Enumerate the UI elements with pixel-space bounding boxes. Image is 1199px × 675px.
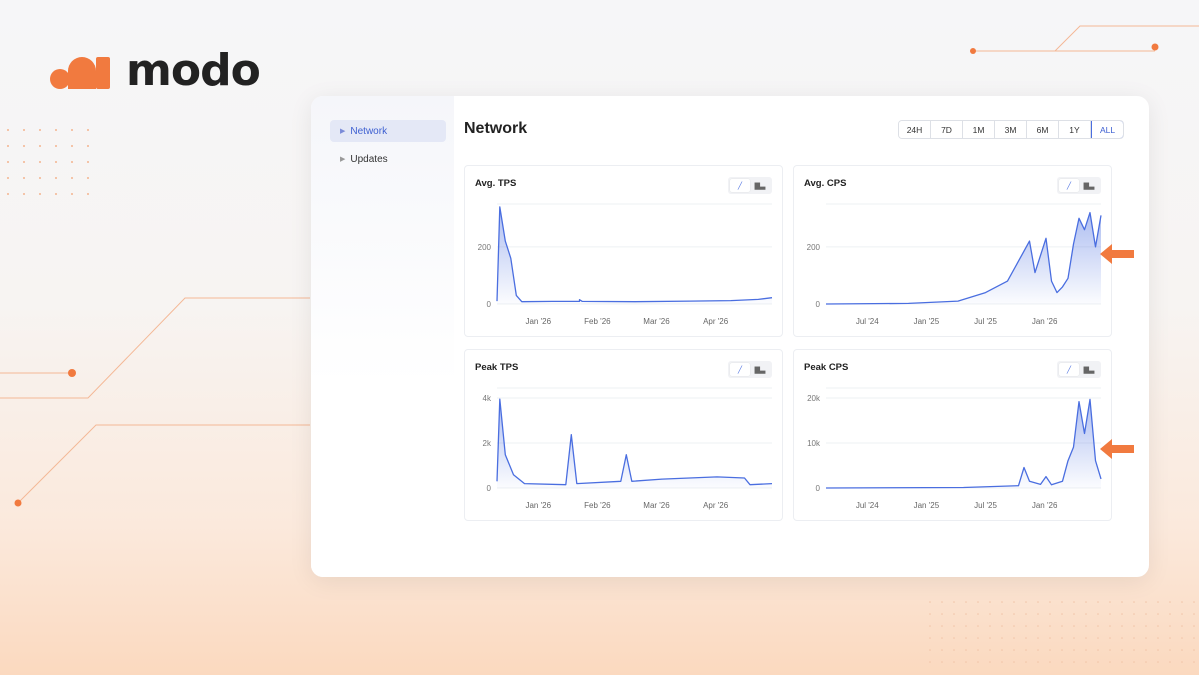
chart-panel-avg-cps: 0 200 Jul '24 Jan '25 Jul '25 Jan '26 Avg. CP… [793, 165, 1112, 337]
x-tick-label: Mar '26 [643, 317, 670, 326]
x-tick-label: Jan '26 [1032, 501, 1058, 510]
bar-chart-icon[interactable]: ▇▃ [750, 179, 770, 192]
range-7d-button[interactable]: 7D [931, 121, 963, 138]
x-tick-label: Jan '25 [914, 501, 940, 510]
y-tick-label: 0 [487, 300, 492, 309]
line-chart-icon[interactable]: ╱︎ [730, 363, 750, 376]
x-tick-label: Mar '26 [643, 501, 670, 510]
series-area [497, 399, 772, 488]
x-tick-label: Jan '26 [525, 317, 551, 326]
time-range-selector: 24H 7D 1M 3M 6M 1Y ALL [898, 120, 1124, 139]
range-6m-button[interactable]: 6M [1027, 121, 1059, 138]
sidebar-item-label: Network [350, 125, 388, 137]
series-area [497, 206, 772, 304]
series-line [825, 398, 1102, 489]
line-chart-icon[interactable]: ╱︎ [1059, 363, 1079, 376]
range-3m-button[interactable]: 3M [995, 121, 1027, 138]
series-line [825, 211, 1102, 305]
brand-logo: modo [50, 45, 261, 96]
series-area [826, 399, 1101, 488]
bar-chart-icon[interactable]: ▇▃ [1079, 363, 1099, 376]
x-tick-label: Jan '25 [914, 317, 940, 326]
x-tick-label: Apr '26 [703, 501, 729, 510]
chart-type-toggle: ╱︎ ▇▃ [728, 177, 772, 194]
bar-chart-icon[interactable]: ▇▃ [750, 363, 770, 376]
caret-right-icon: ▶ [340, 156, 346, 163]
arrow-left-icon [1100, 244, 1134, 264]
chart-type-toggle: ╱︎ ▇▃ [728, 361, 772, 378]
x-tick-label: Jul '25 [974, 501, 997, 510]
dashboard-card: ▶ Network ▶ Updates Network 24H 7D 1M 3M… [311, 96, 1149, 577]
bar-chart-icon[interactable]: ▇▃ [1079, 179, 1099, 192]
range-all-button[interactable]: ALL [1091, 121, 1123, 138]
line-chart-icon[interactable]: ╱︎ [730, 179, 750, 192]
chart-panel-avg-tps: 0 200 Jan '26 Feb '26 Mar '26 Apr '26 Avg. TP… [464, 165, 783, 337]
sidebar-item-updates[interactable]: ▶ Updates [330, 148, 446, 170]
range-24h-button[interactable]: 24H [899, 121, 931, 138]
x-tick-label: Jan '26 [525, 501, 551, 510]
arrow-left-icon [1100, 439, 1134, 459]
y-tick-label: 0 [487, 484, 492, 493]
sidebar-item-label: Updates [350, 153, 388, 165]
x-tick-label: Feb '26 [584, 317, 611, 326]
y-tick-label: 2k [483, 439, 492, 448]
brand-name: modo [126, 45, 261, 96]
y-tick-label: 0 [816, 300, 821, 309]
chart-type-toggle: ╱︎ ▇▃ [1057, 177, 1101, 194]
chart-title: Avg. TPS [475, 178, 517, 189]
chart-title: Peak CPS [804, 362, 849, 373]
chart-panel-peak-cps: 0 10k 20k Jul '24 Jan '25 Jul '25 Jan '26 Peak… [793, 349, 1112, 521]
line-chart-icon[interactable]: ╱︎ [1059, 179, 1079, 192]
caret-right-icon: ▶ [340, 128, 346, 135]
x-tick-label: Jul '24 [856, 317, 879, 326]
range-1m-button[interactable]: 1M [963, 121, 995, 138]
sidebar: ▶ Network ▶ Updates [311, 96, 454, 577]
y-tick-label: 200 [807, 243, 821, 252]
series-line [496, 398, 773, 486]
chart-panel-peak-tps: 0 2k 4k Jan '26 Feb '26 Mar '26 Apr '26 Peak T… [464, 349, 783, 521]
x-tick-label: Feb '26 [584, 501, 611, 510]
chart-type-toggle: ╱︎ ▇▃ [1057, 361, 1101, 378]
x-tick-label: Apr '26 [703, 317, 729, 326]
x-tick-label: Jan '26 [1032, 317, 1058, 326]
series-line [496, 206, 773, 303]
range-1y-button[interactable]: 1Y [1059, 121, 1091, 138]
y-tick-label: 4k [483, 394, 492, 403]
x-tick-label: Jul '24 [856, 501, 879, 510]
chart-title: Avg. CPS [804, 178, 847, 189]
chart-title: Peak TPS [475, 362, 519, 373]
y-tick-label: 0 [816, 484, 821, 493]
y-tick-label: 10k [807, 439, 821, 448]
page-title: Network [464, 120, 528, 137]
x-tick-label: Jul '25 [974, 317, 997, 326]
y-tick-label: 20k [807, 394, 821, 403]
y-tick-label: 200 [478, 243, 492, 252]
sidebar-item-network[interactable]: ▶ Network [330, 120, 446, 142]
logo-mark-icon [50, 51, 114, 91]
